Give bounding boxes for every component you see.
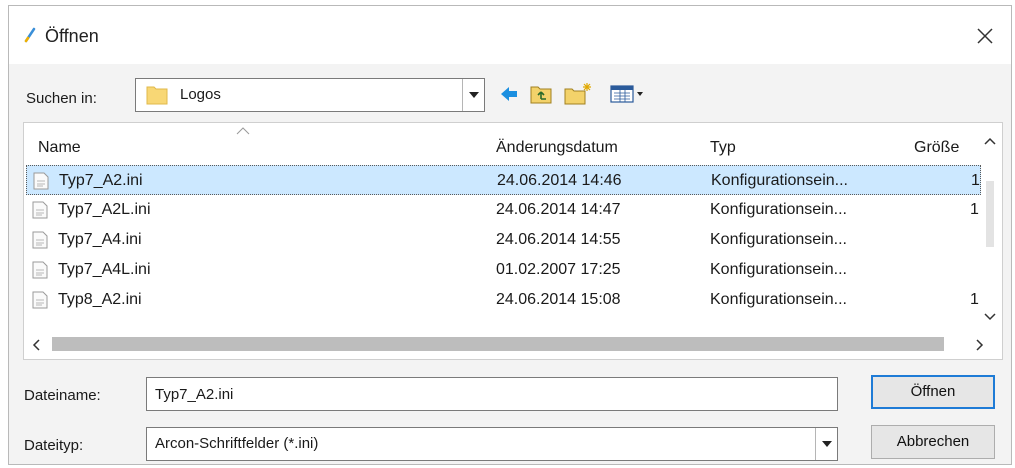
filename-label: Dateiname:: [24, 387, 101, 404]
chevron-down-icon: [821, 441, 832, 447]
title-bar: Öffnen: [9, 6, 1011, 64]
column-type[interactable]: Typ: [710, 139, 736, 157]
up-folder-icon[interactable]: [529, 82, 553, 106]
file-icon: [32, 201, 48, 219]
cancel-button[interactable]: Abbrechen: [871, 425, 995, 459]
view-menu-icon[interactable]: [609, 82, 645, 106]
app-icon: [24, 27, 36, 43]
vertical-scrollbar[interactable]: [978, 123, 1002, 327]
file-date: 24.06.2014 15:08: [496, 291, 621, 308]
file-row[interactable]: Typ7_A2.ini 24.06.2014 14:46 Konfigurati…: [26, 165, 981, 195]
chevron-left-icon[interactable]: [32, 339, 40, 351]
close-button[interactable]: [969, 20, 1001, 52]
file-name: Typ7_A4L.ini: [58, 261, 151, 278]
filename-input[interactable]: [146, 377, 838, 411]
file-row[interactable]: Typ8_A2.ini 24.06.2014 15:08 Konfigurati…: [26, 285, 981, 315]
file-list[interactable]: Name Änderungsdatum Typ Größe Typ7_A2.in…: [23, 122, 1003, 360]
column-name[interactable]: Name: [38, 139, 81, 157]
chevron-up-icon[interactable]: [984, 137, 996, 145]
close-icon[interactable]: [969, 20, 1001, 52]
file-row[interactable]: Typ7_A4.ini 24.06.2014 14:55 Konfigurati…: [26, 225, 981, 255]
filetype-label: Dateityp:: [24, 437, 84, 454]
sort-caret-icon: [236, 127, 250, 135]
file-name: Typ8_A2.ini: [58, 291, 142, 308]
file-name: Typ7_A2L.ini: [58, 201, 151, 218]
file-date: 24.06.2014 14:46: [497, 172, 622, 189]
filetype-dropdown-arrow[interactable]: [815, 428, 837, 460]
vertical-scroll-thumb[interactable]: [986, 181, 994, 247]
open-file-dialog: Öffnen Suchen in: Logos Name Änderungsda…: [8, 5, 1012, 465]
filetype-dropdown[interactable]: Arcon-Schriftfelder (*.ini): [146, 427, 838, 461]
lookin-label: Suchen in:: [26, 90, 97, 107]
file-icon: [32, 261, 48, 279]
lookin-value: Logos: [180, 86, 221, 103]
file-icon: [32, 231, 48, 249]
chevron-down-icon[interactable]: [984, 313, 996, 321]
new-folder-icon[interactable]: [563, 82, 593, 106]
file-type: Konfigurationsein...: [710, 201, 847, 218]
horizontal-scrollbar[interactable]: [24, 331, 1002, 359]
file-type: Konfigurationsein...: [711, 172, 848, 189]
column-header-row: Name Änderungsdatum Typ Größe: [24, 123, 1002, 163]
column-date[interactable]: Änderungsdatum: [496, 139, 618, 157]
back-arrow-icon[interactable]: [499, 82, 519, 106]
file-type: Konfigurationsein...: [710, 291, 847, 308]
file-row[interactable]: Typ7_A2L.ini 24.06.2014 14:47 Konfigurat…: [26, 195, 981, 225]
file-type: Konfigurationsein...: [710, 231, 847, 248]
file-name: Typ7_A4.ini: [58, 231, 142, 248]
file-icon: [32, 291, 48, 309]
chevron-down-icon: [468, 92, 479, 98]
filetype-value: Arcon-Schriftfelder (*.ini): [155, 435, 319, 452]
lookin-dropdown[interactable]: Logos: [135, 78, 485, 112]
file-date: 24.06.2014 14:55: [496, 231, 621, 248]
file-date: 01.02.2007 17:25: [496, 261, 621, 278]
file-icon: [33, 172, 49, 190]
open-button[interactable]: Öffnen: [871, 375, 995, 409]
file-date: 24.06.2014 14:47: [496, 201, 621, 218]
horizontal-scroll-thumb[interactable]: [52, 337, 944, 351]
file-row[interactable]: Typ7_A4L.ini 01.02.2007 17:25 Konfigurat…: [26, 255, 981, 285]
chevron-right-icon[interactable]: [976, 339, 984, 351]
file-name: Typ7_A2.ini: [59, 172, 143, 189]
file-type: Konfigurationsein...: [710, 261, 847, 278]
column-size[interactable]: Größe: [914, 139, 959, 157]
folder-icon: [146, 86, 168, 105]
lookin-dropdown-arrow[interactable]: [462, 79, 484, 111]
window-title: Öffnen: [45, 26, 99, 46]
